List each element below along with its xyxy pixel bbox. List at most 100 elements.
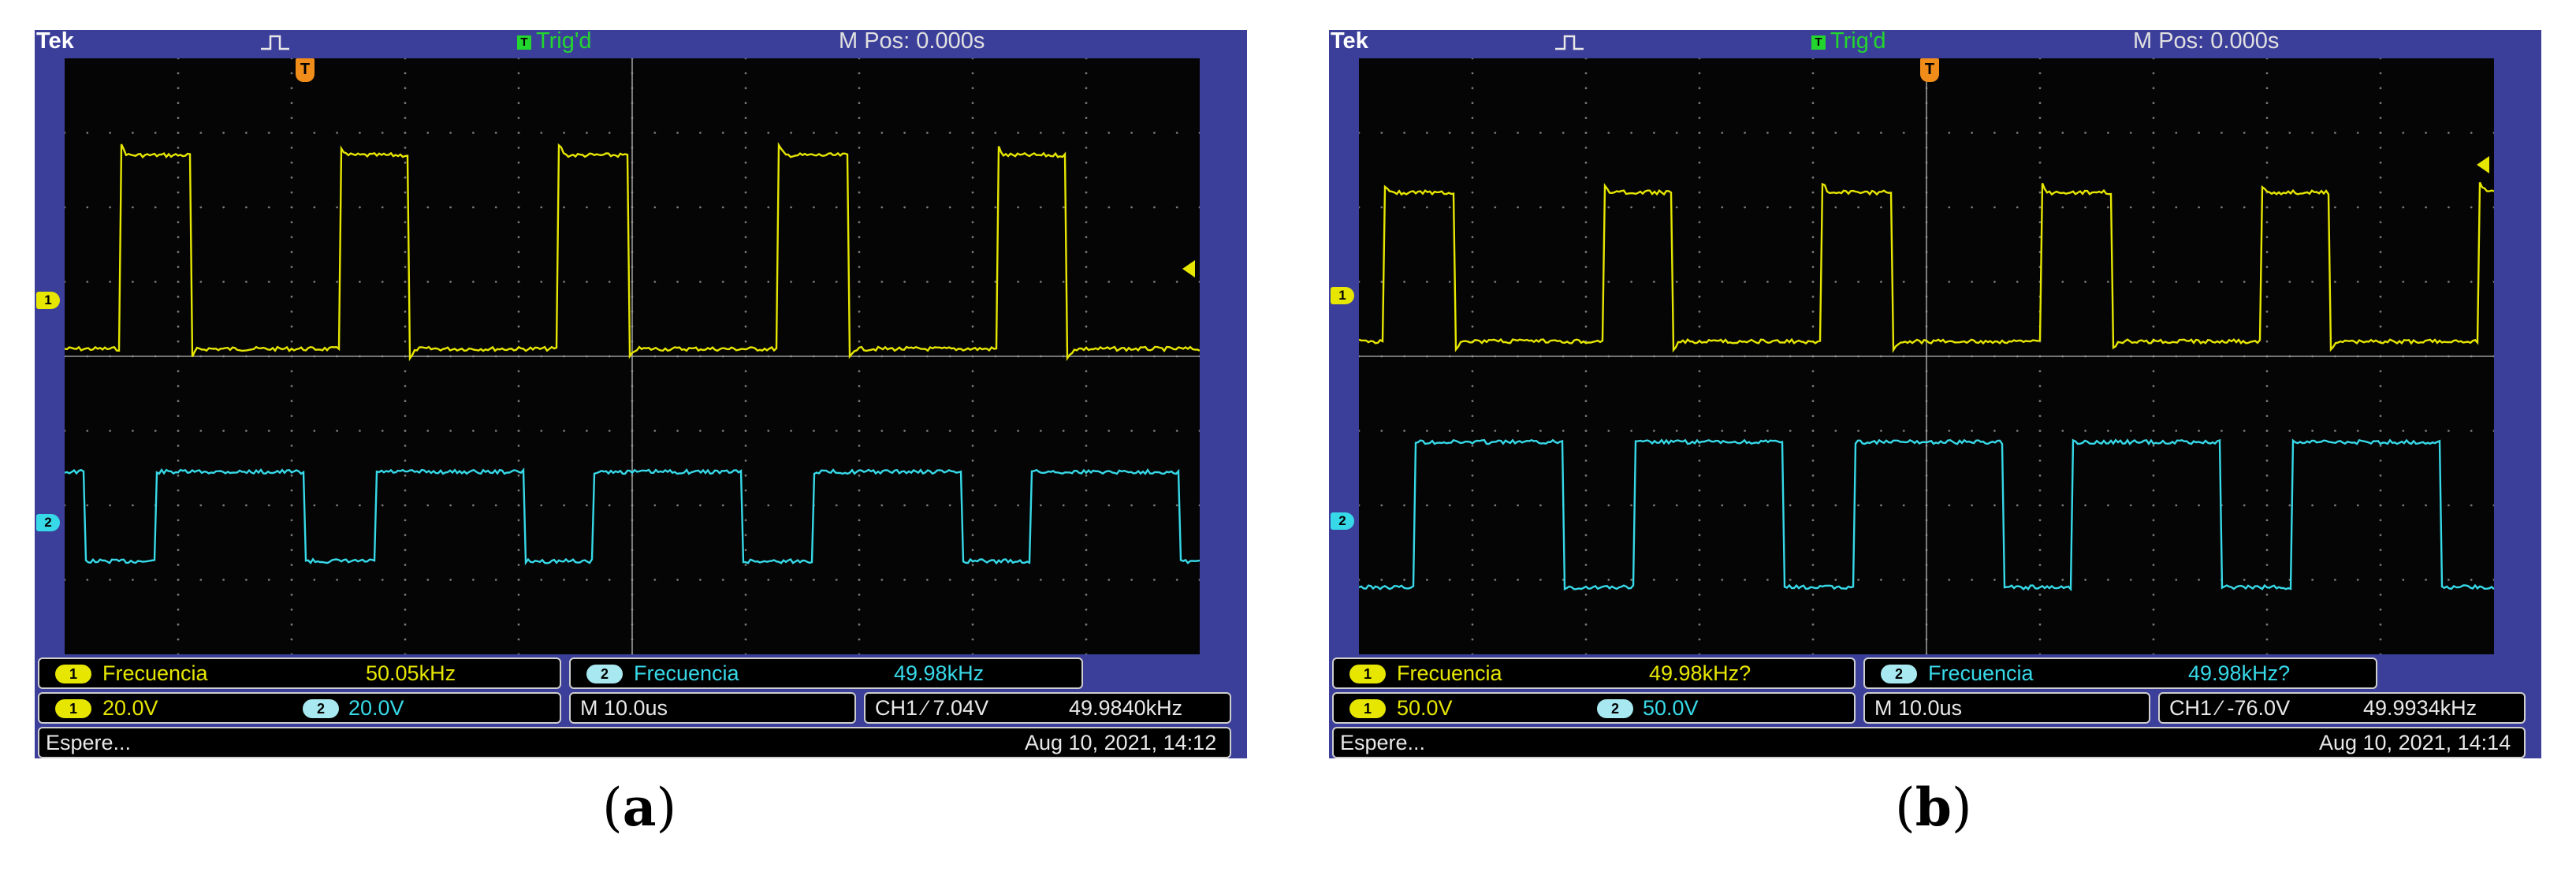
- graticule-dot: [2038, 415, 2042, 417]
- graticule-dot: [2107, 132, 2109, 134]
- graticule-dot: [290, 638, 293, 641]
- graticule-dot: [517, 281, 520, 283]
- trigger-readout[interactable]: CH1 ⁄ -76.0V 49.9934kHz: [2158, 692, 2526, 724]
- graticule-dot: [1584, 534, 1588, 537]
- measurement-ch2-frequency[interactable]: 2 Frecuencia 49.98kHz: [569, 657, 1083, 689]
- graticule-dot: [381, 504, 384, 507]
- vertical-scale-readout[interactable]: 1 20.0V 2 20.0V: [38, 692, 561, 724]
- graticule-dot: [994, 579, 997, 581]
- graticule-dot: [2152, 504, 2155, 507]
- graticule-dot: [1085, 310, 1088, 313]
- graticule-dot: [744, 638, 747, 641]
- measurement-ch2-frequency[interactable]: 2 Frecuencia 49.98kHz?: [1863, 657, 2377, 689]
- graticule-dot: [2265, 296, 2269, 298]
- timebase-readout[interactable]: M 10.0us: [1863, 692, 2150, 724]
- graticule-dot: [1811, 161, 1815, 164]
- graticule-dot: [1403, 579, 1405, 581]
- graticule-dot: [1811, 206, 1815, 209]
- graticule-dot: [2061, 132, 2064, 134]
- graticule-dot: [1584, 132, 1588, 134]
- trigger-readout[interactable]: CH1 ⁄ 7.04V 49.9840kHz: [864, 692, 1231, 724]
- graticule-dot: [2311, 504, 2314, 507]
- graticule-dot: [2265, 221, 2269, 224]
- graticule-dot: [1948, 281, 1951, 283]
- graticule-dot: [2243, 132, 2246, 134]
- graticule-dot: [1584, 72, 1588, 75]
- graticule-dot: [449, 504, 452, 507]
- graticule-dot: [1584, 519, 1588, 522]
- graticule-dot: [517, 236, 520, 239]
- graticule-dot: [2038, 87, 2042, 90]
- ch1-ground-marker[interactable]: 1: [36, 292, 60, 309]
- graticule-dot: [1880, 132, 1882, 134]
- graticule-dot: [1698, 594, 1701, 596]
- trigger-level-arrow-icon[interactable]: [1182, 260, 1195, 277]
- graticule-dot: [2311, 430, 2314, 432]
- graticule-dot: [2152, 549, 2155, 552]
- ch2-ground-marker[interactable]: 2: [1331, 512, 1354, 530]
- graticule-dot: [517, 72, 520, 75]
- graticule-dot: [1359, 281, 1361, 283]
- graticule-dot: [1811, 385, 1815, 388]
- ch2-ground-marker[interactable]: 2: [36, 514, 60, 531]
- graticule-dot: [2152, 296, 2155, 298]
- graticule-dot: [608, 504, 611, 507]
- graticule-dot: [222, 281, 225, 283]
- graticule-dot: [2129, 206, 2132, 209]
- graticule-dot: [1494, 132, 1497, 134]
- graticule-dot: [2356, 430, 2359, 432]
- measurement-ch1-frequency[interactable]: 1 Frecuencia 50.05kHz: [38, 657, 561, 689]
- graticule-dot: [1811, 623, 1815, 626]
- graticule-dot: [2061, 430, 2064, 432]
- graticule-dot: [1471, 58, 1474, 60]
- graticule-dot: [790, 132, 792, 134]
- graticule-dot: [517, 579, 520, 581]
- graticule-dot: [1584, 594, 1588, 596]
- trigger-position-marker[interactable]: T: [296, 58, 315, 82]
- trigger-level-arrow-icon[interactable]: [2477, 156, 2489, 173]
- graticule-dot: [2152, 191, 2155, 194]
- graticule-dot: [2152, 221, 2155, 224]
- graticule-dot: [267, 281, 270, 283]
- graticule-dot: [2061, 504, 2064, 507]
- graticule-dot: [2038, 132, 2042, 134]
- graticule-dot: [290, 623, 293, 626]
- graticule-dot: [290, 564, 293, 566]
- graticule-dot: [1607, 430, 1610, 432]
- graticule-dot: [1517, 281, 1519, 283]
- graticule-dot: [1494, 281, 1497, 283]
- vertical-scale-readout[interactable]: 1 50.0V 2 50.0V: [1332, 692, 1856, 724]
- graticule-dot: [426, 132, 430, 134]
- graticule-dot: [381, 281, 384, 283]
- graticule-dot: [404, 176, 407, 179]
- graticule-dot: [2448, 504, 2450, 507]
- graticule-dot: [290, 519, 293, 522]
- graticule-dot: [1698, 459, 1701, 462]
- graticule-dot: [2152, 385, 2155, 388]
- measurement-ch1-frequency[interactable]: 1 Frecuencia 49.98kHz?: [1332, 657, 1856, 689]
- graticule-dot: [404, 147, 407, 149]
- graticule-dot: [1539, 132, 1542, 134]
- graticule-dot: [744, 72, 747, 75]
- graticule-dot: [2379, 102, 2382, 105]
- graticule-dot: [2379, 430, 2382, 432]
- graticule-dot: [517, 400, 520, 403]
- graticule-dot: [1880, 430, 1882, 432]
- graticule-dot: [109, 281, 111, 283]
- graticule-dot: [1448, 281, 1451, 283]
- trigger-position-marker[interactable]: T: [1920, 58, 1939, 82]
- graticule-dot: [971, 474, 974, 477]
- graticule-dot: [2379, 161, 2382, 164]
- graticule-dot: [2152, 310, 2155, 313]
- graticule-dot: [2152, 147, 2155, 149]
- graticule-dot: [381, 132, 384, 134]
- ch1-ground-marker[interactable]: 1: [1331, 287, 1354, 304]
- graticule-dot: [540, 430, 543, 432]
- graticule-dot: [177, 638, 180, 641]
- graticule-dot: [404, 474, 407, 477]
- graticule-dot: [199, 281, 203, 283]
- graticule-dot: [1085, 281, 1088, 283]
- timebase-readout[interactable]: M 10.0us: [569, 692, 856, 724]
- graticule-dot: [517, 132, 520, 134]
- graticule-dot: [517, 102, 520, 105]
